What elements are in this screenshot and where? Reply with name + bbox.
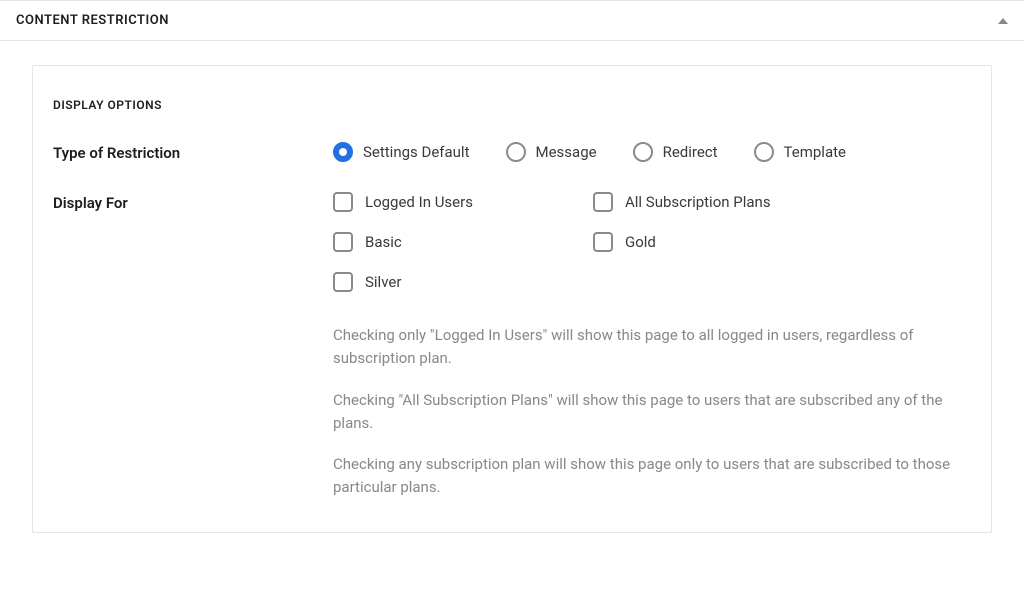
checkbox-gold[interactable]: Gold [593,232,971,252]
row-display-for: Display For Logged In Users All Subscrip… [53,192,971,500]
checkbox-icon [593,232,613,252]
help-text: Checking any subscription plan will show… [333,453,971,500]
radio-redirect[interactable]: Redirect [633,142,718,162]
display-for-controls: Logged In Users All Subscription Plans B… [333,192,971,500]
radio-label: Settings Default [363,143,470,161]
radio-icon [633,142,653,162]
checkbox-basic[interactable]: Basic [333,232,583,252]
panel-header[interactable]: CONTENT RESTRICTION [0,0,1024,41]
checkbox-icon [333,272,353,292]
checkbox-label: All Subscription Plans [625,193,771,211]
panel-body: DISPLAY OPTIONS Type of Restriction Sett… [0,41,1024,565]
restriction-type-label: Type of Restriction [53,142,333,162]
section-heading: DISPLAY OPTIONS [53,98,971,112]
checkbox-icon [333,192,353,212]
checkbox-label: Silver [365,273,401,291]
radio-settings-default[interactable]: Settings Default [333,142,470,162]
checkbox-icon [333,232,353,252]
radio-icon [754,142,774,162]
checkbox-silver[interactable]: Silver [333,272,583,292]
display-for-label: Display For [53,192,333,212]
radio-icon [506,142,526,162]
radio-label: Template [784,143,846,161]
radio-message[interactable]: Message [506,142,597,162]
restriction-radio-group: Settings Default Message Redirect Templa… [333,142,971,162]
checkbox-icon [593,192,613,212]
radio-label: Redirect [663,143,718,161]
radio-icon [333,142,353,162]
inner-box: DISPLAY OPTIONS Type of Restriction Sett… [32,65,992,533]
radio-template[interactable]: Template [754,142,846,162]
radio-label: Message [536,143,597,161]
checkbox-logged-in-users[interactable]: Logged In Users [333,192,583,212]
help-text: Checking "All Subscription Plans" will s… [333,389,971,436]
restriction-type-controls: Settings Default Message Redirect Templa… [333,142,971,162]
caret-up-icon [998,18,1008,24]
row-type-of-restriction: Type of Restriction Settings Default Mes… [53,142,971,162]
panel-title: CONTENT RESTRICTION [16,13,169,28]
checkbox-label: Logged In Users [365,193,473,211]
checkbox-all-subscription-plans[interactable]: All Subscription Plans [593,192,971,212]
checkbox-label: Basic [365,233,402,251]
help-text: Checking only "Logged In Users" will sho… [333,324,971,371]
checkbox-label: Gold [625,233,656,251]
display-for-checkbox-grid: Logged In Users All Subscription Plans B… [333,192,971,292]
